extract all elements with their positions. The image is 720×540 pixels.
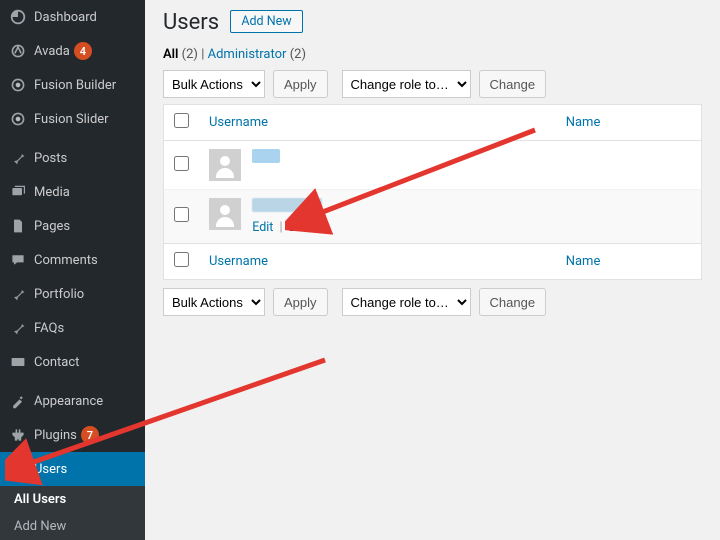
faq-icon [8,318,28,338]
users-submenu: All Users Add New [0,486,145,540]
filter-links: All (2) | Administrator (2) [163,47,702,62]
fusion-builder-icon [8,75,28,95]
sidebar-item-label: Portfolio [34,287,84,302]
sidebar-item-portfolio[interactable]: Portfolio [0,277,145,311]
dashboard-icon [8,7,28,27]
media-icon [8,182,28,202]
main-content: Users Add New All (2) | Administrator (2… [145,0,720,520]
sidebar-item-posts[interactable]: Posts [0,141,145,175]
sidebar-item-pages[interactable]: Pages [0,209,145,243]
avada-icon [8,41,28,61]
sidebar-item-label: Appearance [34,394,103,409]
filter-all-count: (2) [182,47,198,62]
submenu-all-users[interactable]: All Users [0,486,145,513]
edit-link[interactable]: Edit [252,220,273,235]
username-redacted[interactable] [252,149,280,163]
sidebar-item-label: Media [34,185,70,200]
admin-sidebar: Dashboard Avada 4 Fusion Builder Fusion … [0,0,145,520]
bottom-actions: Bulk Actions Apply Change role to… Chang… [163,288,702,316]
sidebar-item-comments[interactable]: Comments [0,243,145,277]
portfolio-icon [8,284,28,304]
change-role-select[interactable]: Change role to… [342,70,471,98]
change-button[interactable]: Change [479,70,547,98]
sidebar-item-label: Contact [34,355,79,370]
users-icon [8,459,28,479]
sidebar-item-contact[interactable]: Contact [0,345,145,379]
bulk-actions-select[interactable]: Bulk Actions [163,70,265,98]
column-name-footer[interactable]: Name [556,244,702,280]
column-username-footer[interactable]: Username [199,244,556,280]
update-badge: 4 [74,42,92,60]
sidebar-item-media[interactable]: Media [0,175,145,209]
sidebar-item-label: Pages [34,219,70,234]
top-actions: Bulk Actions Apply Change role to… Chang… [163,70,702,98]
page-icon [8,216,28,236]
change-role-select-bottom[interactable]: Change role to… [342,288,471,316]
sidebar-item-label: Posts [34,151,67,166]
sidebar-item-avada[interactable]: Avada 4 [0,34,145,68]
column-username[interactable]: Username [199,105,556,141]
sidebar-item-plugins[interactable]: Plugins 7 [0,418,145,452]
row-actions: Edit | Delete [252,220,324,235]
sidebar-item-fusion-slider[interactable]: Fusion Slider [0,102,145,136]
bulk-actions-select-bottom[interactable]: Bulk Actions [163,288,265,316]
sidebar-item-faqs[interactable]: FAQs [0,311,145,345]
username-redacted[interactable] [252,198,322,212]
plugin-icon [8,425,28,445]
sidebar-item-fusion-builder[interactable]: Fusion Builder [0,68,145,102]
sidebar-item-users[interactable]: Users [0,452,145,486]
update-badge: 7 [81,426,99,444]
sidebar-item-label: Fusion Slider [34,112,109,127]
table-row [164,141,702,190]
users-table: Username Name [163,104,702,280]
sidebar-item-label: Avada [34,44,70,59]
delete-link[interactable]: Delete [289,220,324,235]
sidebar-item-dashboard[interactable]: Dashboard [0,0,145,34]
sidebar-item-label: FAQs [34,321,64,336]
row-checkbox[interactable] [174,156,189,171]
select-all-checkbox-bottom[interactable] [174,252,189,267]
filter-admin-count: (2) [290,47,306,62]
page-title: Users [163,10,219,35]
fusion-slider-icon [8,109,28,129]
select-all-checkbox[interactable] [174,113,189,128]
add-new-button[interactable]: Add New [230,10,302,33]
change-button-bottom[interactable]: Change [479,288,547,316]
contact-icon [8,352,28,372]
pin-icon [8,148,28,168]
sidebar-item-label: Dashboard [34,10,97,25]
apply-button[interactable]: Apply [273,70,328,98]
sidebar-item-appearance[interactable]: Appearance [0,384,145,418]
appearance-icon [8,391,28,411]
comment-icon [8,250,28,270]
sidebar-item-label: Users [34,462,67,477]
filter-administrator[interactable]: Administrator [208,47,287,62]
column-name[interactable]: Name [556,105,702,141]
row-checkbox[interactable] [174,207,189,222]
sidebar-item-label: Fusion Builder [34,78,116,93]
avatar [209,198,241,230]
table-row: Edit | Delete [164,190,702,244]
sidebar-item-label: Plugins [34,428,77,443]
sidebar-item-label: Comments [34,253,98,268]
filter-all[interactable]: All [163,47,178,62]
avatar [209,149,241,181]
apply-button-bottom[interactable]: Apply [273,288,328,316]
submenu-add-new[interactable]: Add New [0,513,145,540]
